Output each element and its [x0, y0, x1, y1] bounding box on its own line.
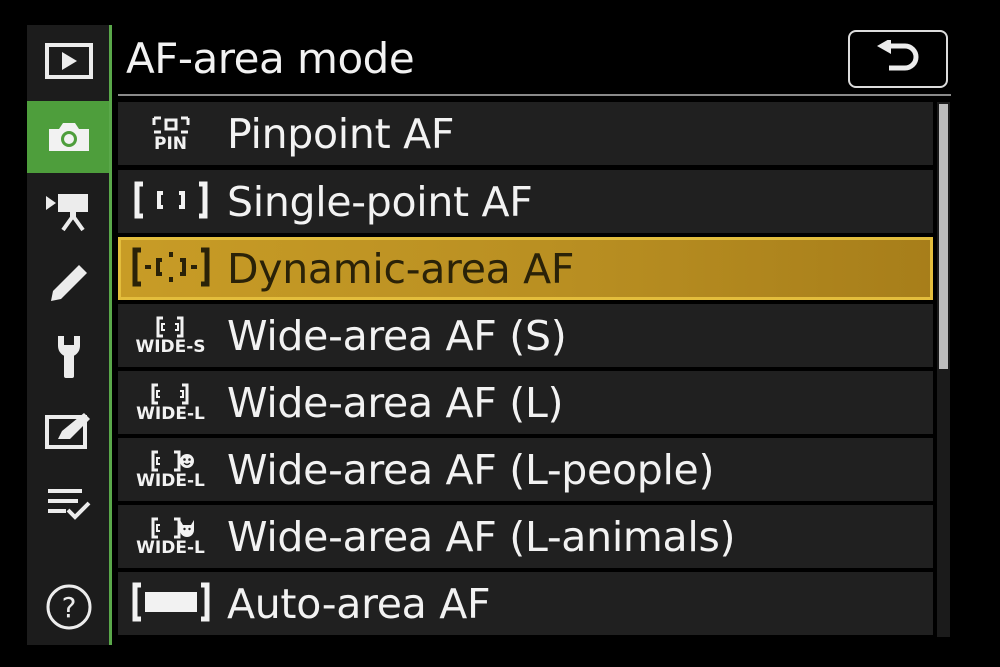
menu-item-label: Dynamic-area AF	[227, 244, 575, 293]
menu-item-label: Wide-area AF (L-people)	[227, 445, 715, 494]
menu-item-label: Single-point AF	[227, 177, 533, 226]
retouch-icon	[44, 411, 94, 451]
playback-icon	[44, 42, 94, 80]
wide-s-icon-text: WIDE-S	[135, 336, 206, 357]
pinpoint-af-icon: PIN	[151, 115, 191, 153]
tab-setup[interactable]	[27, 321, 110, 393]
menu-item-label: Pinpoint AF	[227, 109, 455, 158]
wide-l-icon-text: WIDE-L	[136, 403, 205, 424]
menu-item-pinpoint-af[interactable]: PIN Pinpoint AF	[118, 102, 933, 165]
tab-photo-shooting[interactable]	[27, 101, 110, 173]
wide-l-animals-icon-text: WIDE-L	[136, 537, 205, 558]
pinpoint-icon-text: PIN	[153, 133, 187, 154]
tab-playback[interactable]	[27, 25, 110, 97]
tab-retouch[interactable]	[27, 395, 110, 467]
menu-item-wide-area-af-s[interactable]: WIDE-S Wide-area AF (S)	[118, 304, 933, 367]
wide-l-people-icon-text: WIDE-L	[136, 470, 205, 491]
scrollbar-thumb[interactable]	[939, 104, 948, 369]
menu-item-auto-area-af[interactable]: Auto-area AF	[118, 572, 933, 635]
camera-menu-screen: ? AF-area mode PIN Pinpoint AF Single-po…	[0, 0, 1000, 667]
menu-item-label: Wide-area AF (L)	[227, 378, 564, 427]
header-divider	[118, 94, 951, 96]
help-icon: ?	[44, 582, 94, 632]
menu-item-dynamic-area-af[interactable]: Dynamic-area AF	[118, 237, 933, 300]
menu-item-single-point-af[interactable]: Single-point AF	[118, 170, 933, 233]
single-point-af-icon	[133, 180, 209, 224]
menu-item-wide-area-af-l[interactable]: WIDE-L Wide-area AF (L)	[118, 371, 933, 434]
menu-item-wide-area-af-l-people[interactable]: WIDE-L Wide-area AF (L-people)	[118, 438, 933, 501]
pencil-icon	[47, 261, 91, 305]
auto-area-af-icon	[131, 581, 211, 627]
menu-item-label: Wide-area AF (L-animals)	[227, 512, 736, 561]
tab-movie-shooting[interactable]	[27, 175, 110, 247]
tab-help[interactable]: ?	[27, 571, 110, 643]
wide-area-l-people-icon: WIDE-L	[136, 450, 205, 490]
page-title: AF-area mode	[126, 34, 415, 83]
menu-item-label: Auto-area AF	[227, 579, 491, 628]
tab-my-menu[interactable]	[27, 468, 110, 540]
movie-camera-icon	[44, 190, 94, 232]
tab-custom-settings[interactable]	[27, 247, 110, 319]
svg-text:?: ?	[61, 591, 76, 624]
menu-tab-sidebar: ?	[27, 25, 110, 645]
menu-item-label: Wide-area AF (S)	[227, 311, 567, 360]
wrench-icon	[54, 334, 84, 380]
wide-area-l-animals-icon: WIDE-L	[136, 517, 205, 557]
camera-icon	[45, 119, 93, 155]
back-button[interactable]	[848, 30, 948, 88]
my-menu-icon	[46, 486, 92, 522]
sidebar-divider	[109, 25, 112, 645]
dynamic-area-af-icon	[131, 246, 211, 292]
return-arrow-icon	[875, 38, 921, 78]
wide-area-s-icon: WIDE-S	[135, 316, 206, 357]
menu-item-wide-area-af-l-animals[interactable]: WIDE-L Wide-area AF (L-animals)	[118, 505, 933, 568]
wide-area-l-icon: WIDE-L	[136, 383, 205, 423]
